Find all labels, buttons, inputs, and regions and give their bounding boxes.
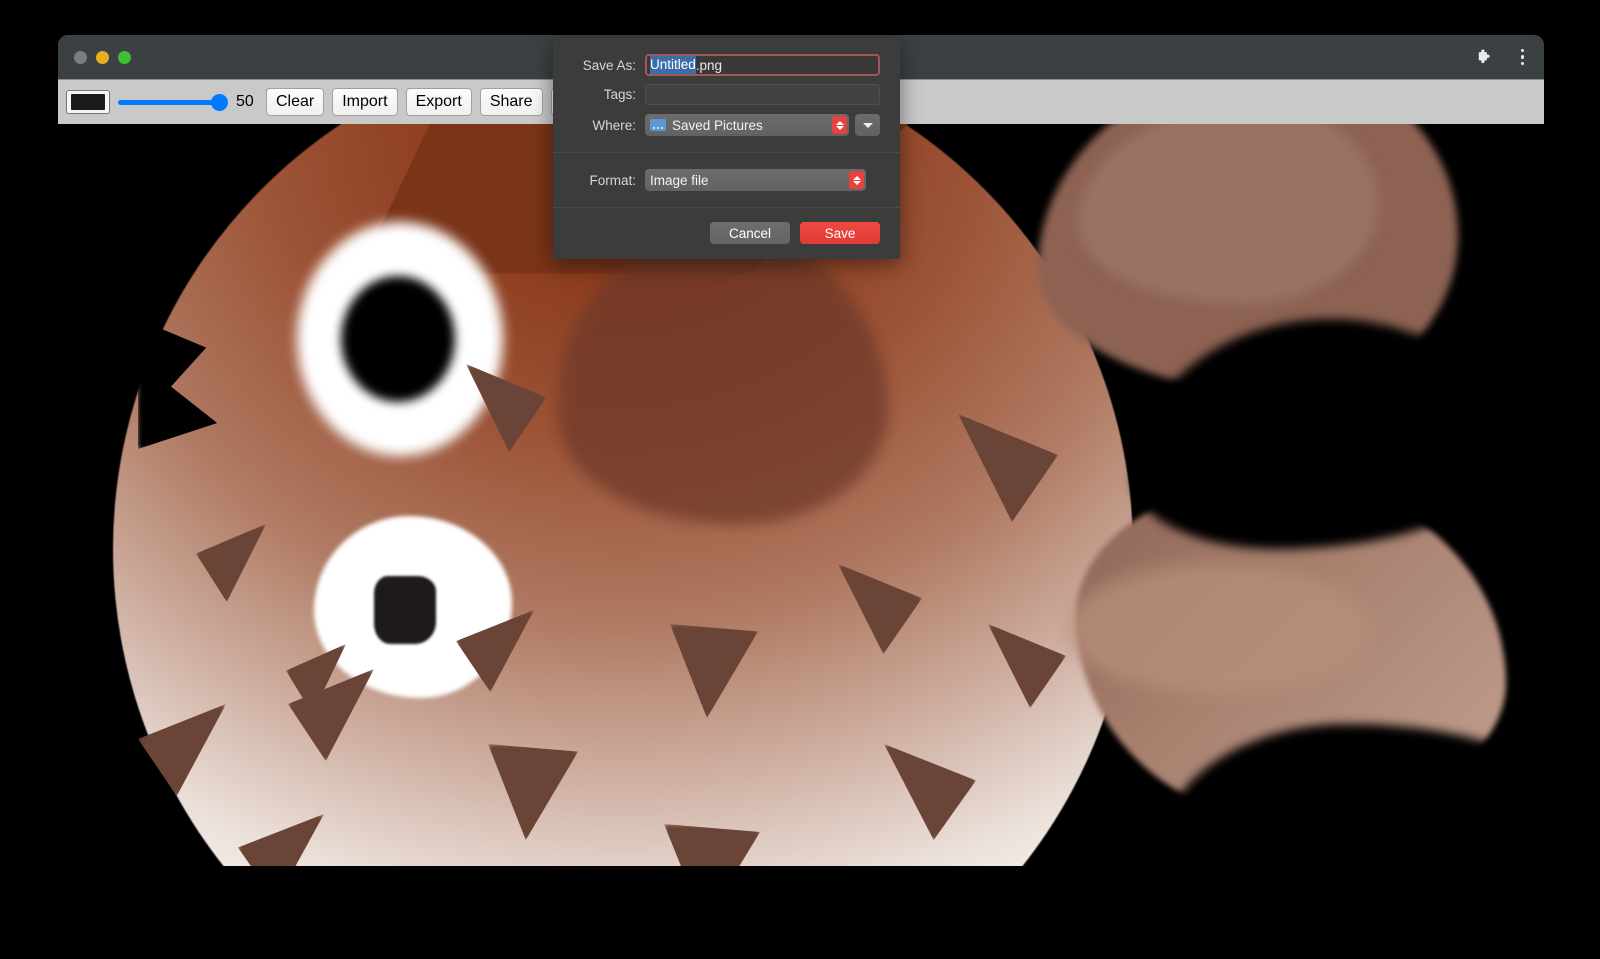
pufferfish-tail-upper-highlight [1078,124,1378,304]
save-as-selected-text: Untitled [650,56,696,74]
slider-track [118,100,220,105]
puzzle-piece-icon[interactable] [1475,48,1493,66]
chevron-down-icon [863,123,873,128]
save-button[interactable]: Save [800,222,880,244]
pufferfish-eye-large-pupil [341,276,455,402]
save-as-input[interactable]: Untitled.png [645,54,880,76]
share-button[interactable]: Share [480,88,543,116]
clear-button[interactable]: Clear [266,88,324,116]
tags-input[interactable] [645,84,880,105]
save-as-extension-text: .png [696,58,722,73]
format-stepper-icon[interactable] [849,171,864,189]
cancel-button[interactable]: Cancel [710,222,790,244]
where-expand-button[interactable] [855,114,880,136]
slider-thumb[interactable] [211,94,228,111]
color-swatch-fill [71,94,105,110]
format-dropdown[interactable]: Image file [645,169,866,191]
where-row: Where: Saved Pictures [553,114,900,136]
format-label: Format: [573,173,645,188]
dialog-divider-top [553,152,900,153]
pufferfish-tail-highlight [1068,564,1368,694]
where-label: Where: [573,118,645,133]
tags-label: Tags: [573,87,645,102]
traffic-light-controls [74,51,131,64]
window-maximize-button[interactable] [118,51,131,64]
where-stepper-icon[interactable] [832,116,847,134]
window-close-button[interactable] [74,51,87,64]
blue-folder-icon [650,119,666,131]
brush-size-value: 50 [236,93,258,111]
window-minimize-button[interactable] [96,51,109,64]
tags-row: Tags: [553,84,900,105]
pufferfish-eye-small-pupil [374,576,436,644]
save-as-label: Save As: [573,58,645,73]
dialog-divider-bottom [553,207,900,208]
color-picker-swatch[interactable] [66,90,110,114]
export-button[interactable]: Export [406,88,472,116]
kebab-menu-icon[interactable] [1515,45,1531,70]
brush-size-slider[interactable] [118,92,228,112]
save-as-row: Save As: Untitled.png [553,54,900,76]
where-value: Saved Pictures [672,118,763,133]
titlebar-right-controls [1475,45,1531,70]
import-button[interactable]: Import [332,88,397,116]
format-value: Image file [650,173,709,188]
dialog-button-row: Cancel Save [553,222,900,244]
format-row: Format: Image file [553,169,900,191]
save-file-dialog: Save As: Untitled.png Tags: Where: Saved… [553,38,900,259]
where-dropdown[interactable]: Saved Pictures [645,114,849,136]
